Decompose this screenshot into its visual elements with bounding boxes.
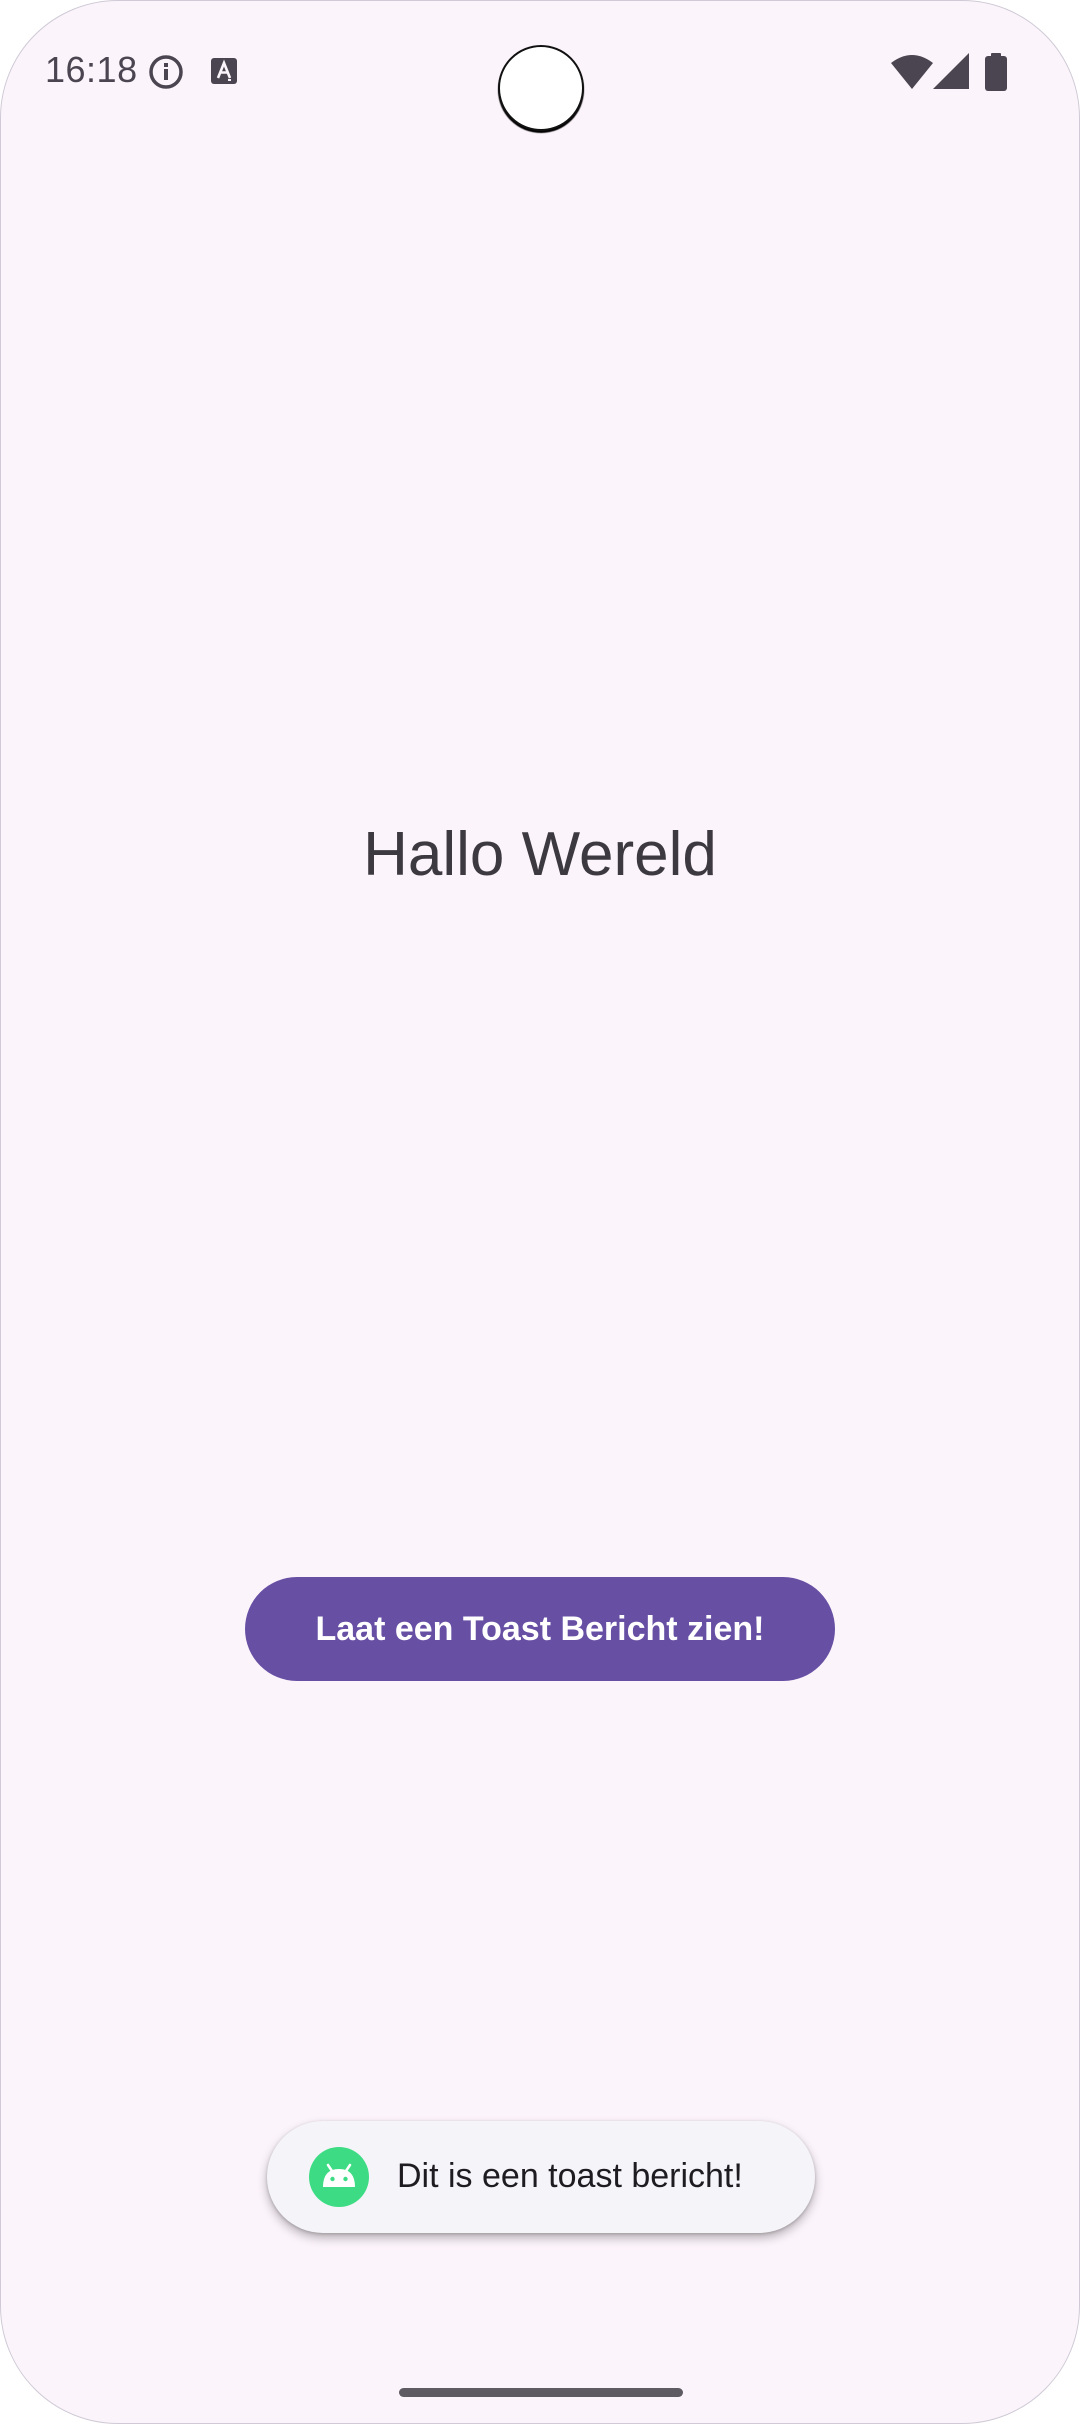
greeting-text: Hallo Wereld bbox=[363, 820, 717, 889]
toast-text: Dit is een toast bericht! bbox=[397, 2157, 743, 2195]
show-toast-button[interactable]: Laat een Toast Bericht zien! bbox=[245, 1577, 835, 1681]
toast-message: Dit is een toast bericht! bbox=[267, 2121, 815, 2233]
home-indicator[interactable] bbox=[399, 2388, 683, 2397]
camera-cutout bbox=[498, 45, 584, 131]
status-bar: 16:18 bbox=[1, 1, 1079, 141]
wifi-icon bbox=[891, 55, 933, 89]
info-icon bbox=[149, 55, 183, 89]
android-icon bbox=[309, 2147, 369, 2207]
status-time: 16:18 bbox=[45, 49, 138, 90]
cellular-signal-icon bbox=[933, 53, 969, 89]
accessibility-font-icon bbox=[211, 58, 237, 84]
battery-icon bbox=[985, 53, 1007, 91]
phone-screen: 16:18 Hallo Wereld Laat een Toast Berich… bbox=[0, 0, 1080, 2424]
